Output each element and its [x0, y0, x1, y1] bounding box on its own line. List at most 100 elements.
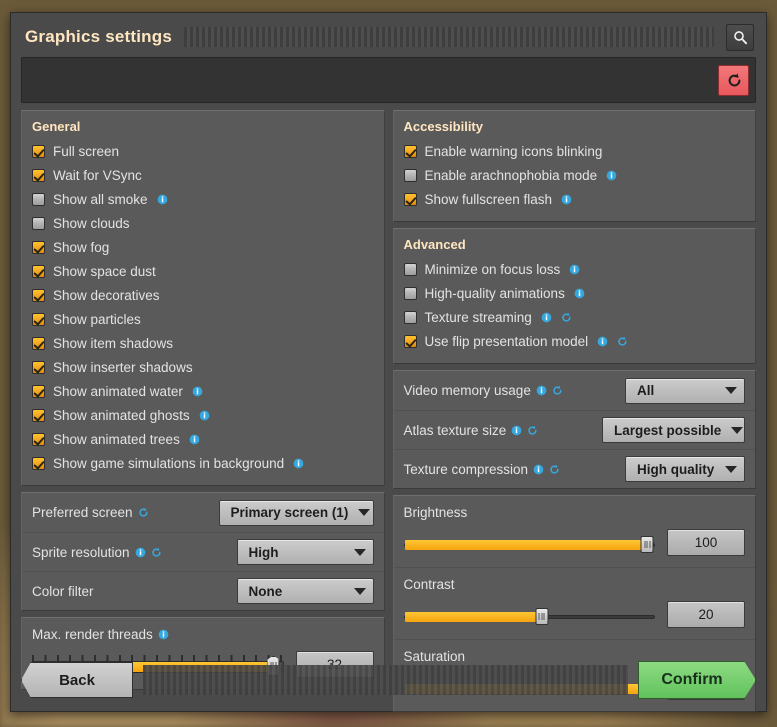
search-button[interactable]: [726, 24, 754, 51]
checkbox-minimize-on-focus-loss[interactable]: [404, 263, 417, 276]
checkbox-show-animated-water[interactable]: [32, 385, 45, 398]
info-icon[interactable]: [192, 386, 203, 397]
restart-required-icon[interactable]: [151, 547, 162, 558]
left-row-sprite-resolution: Sprite resolutionHigh: [22, 532, 384, 571]
checkbox-wait-for-vsync[interactable]: [32, 169, 45, 182]
checkbox-show-space-dust[interactable]: [32, 265, 45, 278]
general-show-all-smoke[interactable]: Show all smoke: [32, 187, 374, 211]
checkbox-use-flip-presentation-model[interactable]: [404, 335, 417, 348]
slider-contrast[interactable]: [404, 605, 656, 625]
title-bar: Graphics settings: [21, 21, 756, 53]
restart-required-icon[interactable]: [552, 385, 563, 396]
general-wait-for-vsync[interactable]: Wait for VSync: [32, 163, 374, 187]
general-show-item-shadows[interactable]: Show item shadows: [32, 331, 374, 355]
info-icon[interactable]: [606, 170, 617, 181]
checkbox-show-inserter-shadows[interactable]: [32, 361, 45, 374]
accessibility-enable-warning-icons-blinking[interactable]: Enable warning icons blinking: [404, 139, 746, 163]
checkbox-enable-warning-icons-blinking[interactable]: [404, 145, 417, 158]
restart-required-icon[interactable]: [549, 464, 560, 475]
checkbox-show-all-smoke[interactable]: [32, 193, 45, 206]
general-show-game-simulations-in-background[interactable]: Show game simulations in background: [32, 451, 374, 475]
slider-handle[interactable]: [535, 608, 548, 625]
accessibility-enable-arachnophobia-mode[interactable]: Enable arachnophobia mode: [404, 163, 746, 187]
checkbox-show-fog[interactable]: [32, 241, 45, 254]
info-icon[interactable]: [135, 547, 146, 558]
restart-required-icon[interactable]: [527, 425, 538, 436]
dropdown-video-memory-usage[interactable]: All: [625, 378, 745, 404]
general-checkbox-list: Full screenWait for VSyncShow all smokeS…: [32, 139, 374, 475]
slider-fill: [405, 612, 541, 622]
info-icon[interactable]: [541, 312, 552, 323]
info-icon[interactable]: [597, 336, 608, 347]
chevron-down-icon: [354, 549, 366, 556]
toolbar-row: [21, 57, 756, 103]
checkbox-show-clouds[interactable]: [32, 217, 45, 230]
info-icon[interactable]: [536, 385, 547, 396]
checkbox-enable-arachnophobia-mode[interactable]: [404, 169, 417, 182]
dropdown-color-filter[interactable]: None: [237, 578, 374, 604]
info-icon[interactable]: [189, 434, 200, 445]
advanced-minimize-on-focus-loss[interactable]: Minimize on focus loss: [404, 257, 746, 281]
general-full-screen[interactable]: Full screen: [32, 139, 374, 163]
advanced-high-quality-animations[interactable]: High-quality animations: [404, 281, 746, 305]
checkbox-label: Minimize on focus loss: [425, 262, 561, 277]
slider-value-brightness[interactable]: 100: [667, 529, 745, 556]
left-options-panel: Preferred screenPrimary screen (1)Sprite…: [21, 492, 385, 611]
dropdown-texture-compression[interactable]: High quality: [625, 456, 745, 482]
info-icon[interactable]: [158, 629, 169, 640]
back-button[interactable]: Back: [21, 662, 133, 698]
confirm-button[interactable]: Confirm: [638, 661, 756, 699]
dropdown-sprite-resolution[interactable]: High: [237, 539, 374, 565]
checkbox-show-animated-ghosts[interactable]: [32, 409, 45, 422]
slider-contrast: Contrast20: [394, 567, 756, 639]
left-option-rows: Preferred screenPrimary screen (1)Sprite…: [22, 493, 384, 610]
left-column: General Full screenWait for VSyncShow al…: [21, 110, 385, 651]
info-icon[interactable]: [561, 194, 572, 205]
restart-required-icon[interactable]: [561, 312, 572, 323]
info-icon[interactable]: [511, 425, 522, 436]
checkbox-show-animated-trees[interactable]: [32, 433, 45, 446]
accessibility-section-title: Accessibility: [404, 119, 746, 134]
info-icon[interactable]: [574, 288, 585, 299]
general-show-animated-trees[interactable]: Show animated trees: [32, 427, 374, 451]
window-drag-handle[interactable]: [184, 27, 714, 47]
general-show-animated-ghosts[interactable]: Show animated ghosts: [32, 403, 374, 427]
checkbox-full-screen[interactable]: [32, 145, 45, 158]
checkbox-show-decoratives[interactable]: [32, 289, 45, 302]
general-show-space-dust[interactable]: Show space dust: [32, 259, 374, 283]
checkbox-label: Show item shadows: [53, 336, 173, 351]
restart-required-icon[interactable]: [617, 336, 628, 347]
general-show-inserter-shadows[interactable]: Show inserter shadows: [32, 355, 374, 379]
slider-value-contrast[interactable]: 20: [667, 601, 745, 628]
general-show-particles[interactable]: Show particles: [32, 307, 374, 331]
info-icon[interactable]: [199, 410, 210, 421]
option-label: Color filter: [32, 584, 94, 599]
accessibility-show-fullscreen-flash[interactable]: Show fullscreen flash: [404, 187, 746, 211]
info-icon[interactable]: [293, 458, 304, 469]
checkbox-high-quality-animations[interactable]: [404, 287, 417, 300]
general-show-clouds[interactable]: Show clouds: [32, 211, 374, 235]
checkbox-show-item-shadows[interactable]: [32, 337, 45, 350]
checkbox-show-particles[interactable]: [32, 313, 45, 326]
checkbox-show-fullscreen-flash[interactable]: [404, 193, 417, 206]
left-row-preferred-screen: Preferred screenPrimary screen (1): [22, 493, 384, 532]
slider-brightness[interactable]: [404, 533, 656, 553]
dropdown-value: High: [249, 545, 279, 560]
graphics-settings-dialog: Graphics settings Ge: [10, 12, 767, 712]
slider-handle[interactable]: [641, 536, 654, 553]
restart-required-icon[interactable]: [138, 507, 149, 518]
reset-to-default-button[interactable]: [718, 65, 749, 96]
advanced-use-flip-presentation-model[interactable]: Use flip presentation model: [404, 329, 746, 353]
info-icon[interactable]: [533, 464, 544, 475]
general-show-fog[interactable]: Show fog: [32, 235, 374, 259]
info-icon[interactable]: [569, 264, 580, 275]
checkbox-texture-streaming[interactable]: [404, 311, 417, 324]
dropdown-preferred-screen[interactable]: Primary screen (1): [219, 500, 374, 526]
advanced-texture-streaming[interactable]: Texture streaming: [404, 305, 746, 329]
general-show-animated-water[interactable]: Show animated water: [32, 379, 374, 403]
general-show-decoratives[interactable]: Show decoratives: [32, 283, 374, 307]
checkbox-label: Use flip presentation model: [425, 334, 589, 349]
info-icon[interactable]: [157, 194, 168, 205]
dropdown-atlas-texture-size[interactable]: Largest possible: [602, 417, 745, 443]
checkbox-show-game-simulations-in-background[interactable]: [32, 457, 45, 470]
